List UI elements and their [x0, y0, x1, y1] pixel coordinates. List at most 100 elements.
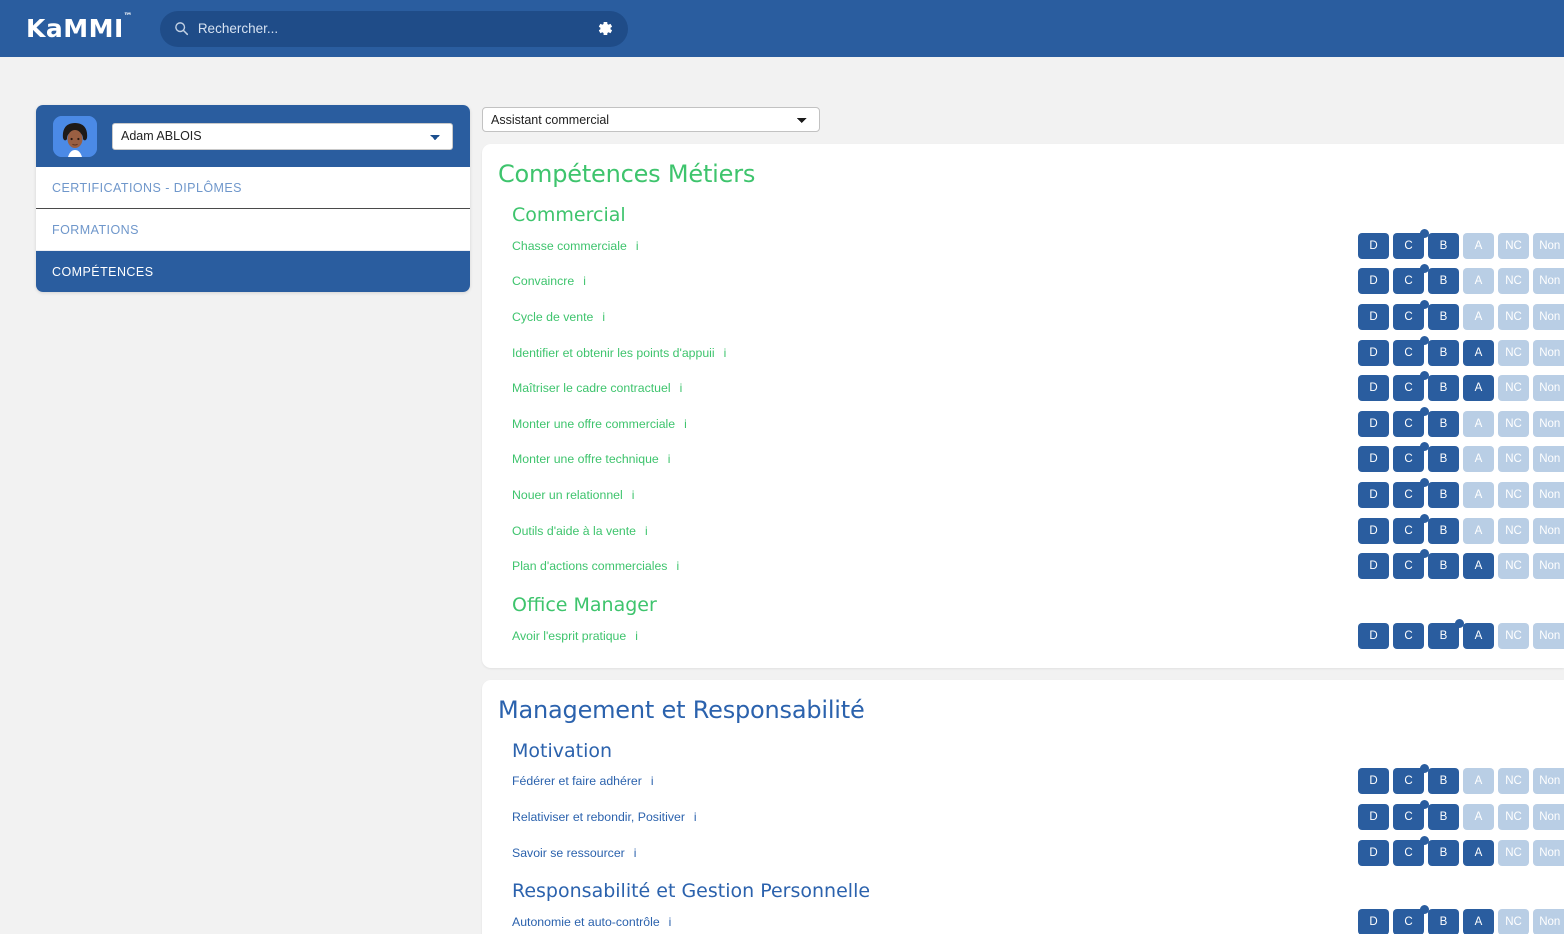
info-icon[interactable]: i — [669, 916, 672, 928]
info-icon[interactable]: i — [635, 630, 638, 642]
level-button-b[interactable]: B — [1428, 303, 1459, 330]
level-button-non-atteint[interactable]: Non atteint — [1533, 303, 1564, 330]
level-button-nc[interactable]: NC — [1498, 622, 1529, 649]
level-button-d[interactable]: D — [1358, 303, 1389, 330]
level-button-a[interactable]: A — [1463, 232, 1494, 259]
info-icon[interactable]: i — [645, 525, 648, 537]
level-button-non-atteint[interactable]: Non atteint — [1533, 517, 1564, 544]
level-button-b[interactable]: B — [1428, 618, 1464, 649]
level-button-a[interactable]: A — [1463, 839, 1494, 866]
info-icon[interactable]: i — [634, 847, 637, 859]
level-button-a[interactable]: A — [1463, 410, 1494, 437]
info-icon[interactable]: i — [680, 382, 683, 394]
level-button-nc[interactable]: NC — [1498, 517, 1529, 544]
level-button-d[interactable]: D — [1358, 803, 1389, 830]
level-button-d[interactable]: D — [1358, 909, 1389, 934]
level-button-a[interactable]: A — [1463, 553, 1494, 580]
search-input[interactable] — [197, 21, 594, 36]
level-button-c[interactable]: C — [1393, 799, 1429, 830]
level-button-nc[interactable]: NC — [1498, 803, 1529, 830]
level-button-b[interactable]: B — [1428, 339, 1459, 366]
level-button-c[interactable]: C — [1393, 622, 1424, 649]
level-button-c[interactable]: C — [1393, 835, 1429, 866]
level-button-b[interactable]: B — [1428, 481, 1459, 508]
level-button-d[interactable]: D — [1358, 622, 1389, 649]
info-icon[interactable]: i — [583, 275, 586, 287]
level-button-non-atteint[interactable]: Non atteint — [1533, 232, 1564, 259]
level-button-nc[interactable]: NC — [1498, 232, 1529, 259]
level-button-nc[interactable]: NC — [1498, 339, 1529, 366]
level-button-d[interactable]: D — [1358, 232, 1389, 259]
level-button-nc[interactable]: NC — [1498, 303, 1529, 330]
level-button-nc[interactable]: NC — [1498, 375, 1529, 402]
level-button-a[interactable]: A — [1463, 303, 1494, 330]
level-button-c[interactable]: C — [1393, 406, 1429, 437]
level-button-nc[interactable]: NC — [1498, 410, 1529, 437]
level-button-a[interactable]: A — [1463, 339, 1494, 366]
level-button-nc[interactable]: NC — [1498, 553, 1529, 580]
level-button-c[interactable]: C — [1393, 764, 1429, 795]
level-button-d[interactable]: D — [1358, 768, 1389, 795]
level-button-c[interactable]: C — [1393, 335, 1429, 366]
level-button-c[interactable]: C — [1393, 228, 1429, 259]
sidebar-item-certifications[interactable]: CERTIFICATIONS - DIPLÔMES — [36, 167, 470, 209]
level-button-a[interactable]: A — [1463, 909, 1494, 934]
level-button-d[interactable]: D — [1358, 839, 1389, 866]
level-button-c[interactable]: C — [1393, 513, 1429, 544]
level-button-non-atteint[interactable]: Non atteint — [1533, 909, 1564, 934]
app-logo[interactable]: KaMMI ™ — [26, 12, 132, 43]
level-button-non-atteint[interactable]: Non atteint — [1533, 839, 1564, 866]
info-icon[interactable]: i — [636, 240, 639, 252]
level-button-a[interactable]: A — [1463, 375, 1494, 402]
level-button-b[interactable]: B — [1428, 909, 1459, 934]
level-button-c[interactable]: C — [1393, 264, 1429, 295]
sidebar-item-formations[interactable]: FORMATIONS — [36, 209, 470, 251]
user-select[interactable]: Adam ABLOIS — [112, 122, 453, 150]
level-button-nc[interactable]: NC — [1498, 839, 1529, 866]
level-button-a[interactable]: A — [1463, 803, 1494, 830]
level-button-d[interactable]: D — [1358, 375, 1389, 402]
level-button-nc[interactable]: NC — [1498, 481, 1529, 508]
sidebar-item-competences[interactable]: COMPÉTENCES — [36, 251, 470, 292]
level-button-b[interactable]: B — [1428, 768, 1459, 795]
level-button-d[interactable]: D — [1358, 481, 1389, 508]
level-button-non-atteint[interactable]: Non atteint — [1533, 446, 1564, 473]
level-button-b[interactable]: B — [1428, 268, 1459, 295]
info-icon[interactable]: i — [694, 811, 697, 823]
level-button-c[interactable]: C — [1393, 549, 1429, 580]
info-icon[interactable]: i — [724, 347, 727, 359]
level-button-non-atteint[interactable]: Non atteint — [1533, 268, 1564, 295]
level-button-c[interactable]: C — [1393, 442, 1429, 473]
level-button-a[interactable]: A — [1463, 268, 1494, 295]
info-icon[interactable]: i — [651, 775, 654, 787]
level-button-c[interactable]: C — [1393, 905, 1429, 934]
info-icon[interactable]: i — [602, 311, 605, 323]
level-button-b[interactable]: B — [1428, 446, 1459, 473]
level-button-b[interactable]: B — [1428, 517, 1459, 544]
level-button-a[interactable]: A — [1463, 622, 1494, 649]
level-button-d[interactable]: D — [1358, 553, 1389, 580]
level-button-b[interactable]: B — [1428, 232, 1459, 259]
level-button-d[interactable]: D — [1358, 268, 1389, 295]
level-button-non-atteint[interactable]: Non atteint — [1533, 553, 1564, 580]
level-button-nc[interactable]: NC — [1498, 768, 1529, 795]
level-button-non-atteint[interactable]: Non atteint — [1533, 375, 1564, 402]
level-button-d[interactable]: D — [1358, 339, 1389, 366]
level-button-c[interactable]: C — [1393, 371, 1429, 402]
level-button-b[interactable]: B — [1428, 553, 1459, 580]
info-icon[interactable]: i — [632, 489, 635, 501]
level-button-c[interactable]: C — [1393, 477, 1429, 508]
info-icon[interactable]: i — [684, 418, 687, 430]
level-button-non-atteint[interactable]: Non atteint — [1533, 339, 1564, 366]
level-button-non-atteint[interactable]: Non atteint — [1533, 410, 1564, 437]
level-button-d[interactable]: D — [1358, 410, 1389, 437]
level-button-c[interactable]: C — [1393, 299, 1429, 330]
level-button-non-atteint[interactable]: Non atteint — [1533, 768, 1564, 795]
info-icon[interactable]: i — [668, 453, 671, 465]
level-button-b[interactable]: B — [1428, 803, 1459, 830]
level-button-d[interactable]: D — [1358, 517, 1389, 544]
level-button-a[interactable]: A — [1463, 768, 1494, 795]
info-icon[interactable]: i — [676, 560, 679, 572]
level-button-nc[interactable]: NC — [1498, 268, 1529, 295]
level-button-a[interactable]: A — [1463, 481, 1494, 508]
